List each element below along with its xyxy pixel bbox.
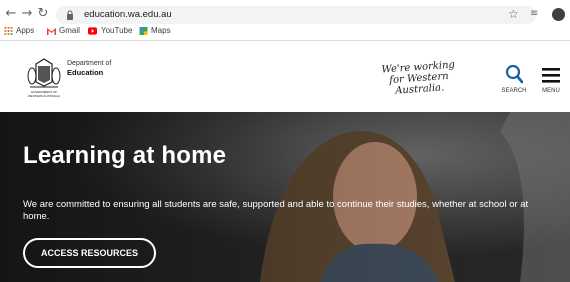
- hero-title: Learning at home: [23, 142, 227, 169]
- bookmark-apps[interactable]: Apps: [16, 25, 34, 37]
- menu-button[interactable]: MENU: [537, 64, 565, 98]
- search-label: SEARCH: [501, 88, 527, 94]
- search-button[interactable]: SEARCH: [498, 64, 530, 98]
- crest-text-line2: WESTERN AUSTRALIA: [28, 94, 60, 98]
- profile-avatar-icon[interactable]: [552, 8, 565, 21]
- forward-arrow-icon[interactable]: →: [20, 6, 34, 22]
- access-resources-button[interactable]: ACCESS RESOURCES: [23, 238, 156, 268]
- tagline: We're working for Western Australia.: [381, 59, 456, 97]
- org-name-line1: Department of: [67, 60, 112, 67]
- hero-description: We are committed to ensuring all student…: [23, 199, 529, 222]
- wa-government-crest-logo[interactable]: GOVERNMENT OF WESTERN AUSTRALIA: [24, 56, 64, 100]
- menu-label: MENU: [542, 88, 560, 94]
- url-text[interactable]: education.wa.edu.au: [84, 8, 172, 22]
- bookmark-gmail[interactable]: Gmail: [59, 25, 80, 37]
- apps-grid-icon: [4, 27, 13, 35]
- extensions-icon[interactable]: ≡: [530, 8, 538, 19]
- gmail-icon: [47, 28, 56, 35]
- search-icon: [505, 64, 523, 84]
- reload-icon[interactable]: ↻: [36, 6, 50, 22]
- back-arrow-icon[interactable]: ←: [4, 6, 18, 22]
- bookmarks-bar: Apps Gmail YouTube Maps: [0, 24, 570, 38]
- bookmark-maps[interactable]: Maps: [151, 25, 171, 37]
- youtube-icon: [88, 27, 97, 35]
- bookmark-youtube[interactable]: YouTube: [101, 25, 132, 37]
- bookmark-star-icon[interactable]: ☆: [508, 7, 519, 21]
- lock-icon: [67, 10, 73, 20]
- org-name-line2: Education: [67, 68, 104, 77]
- maps-icon: [139, 27, 148, 35]
- hamburger-menu-icon: [542, 68, 560, 83]
